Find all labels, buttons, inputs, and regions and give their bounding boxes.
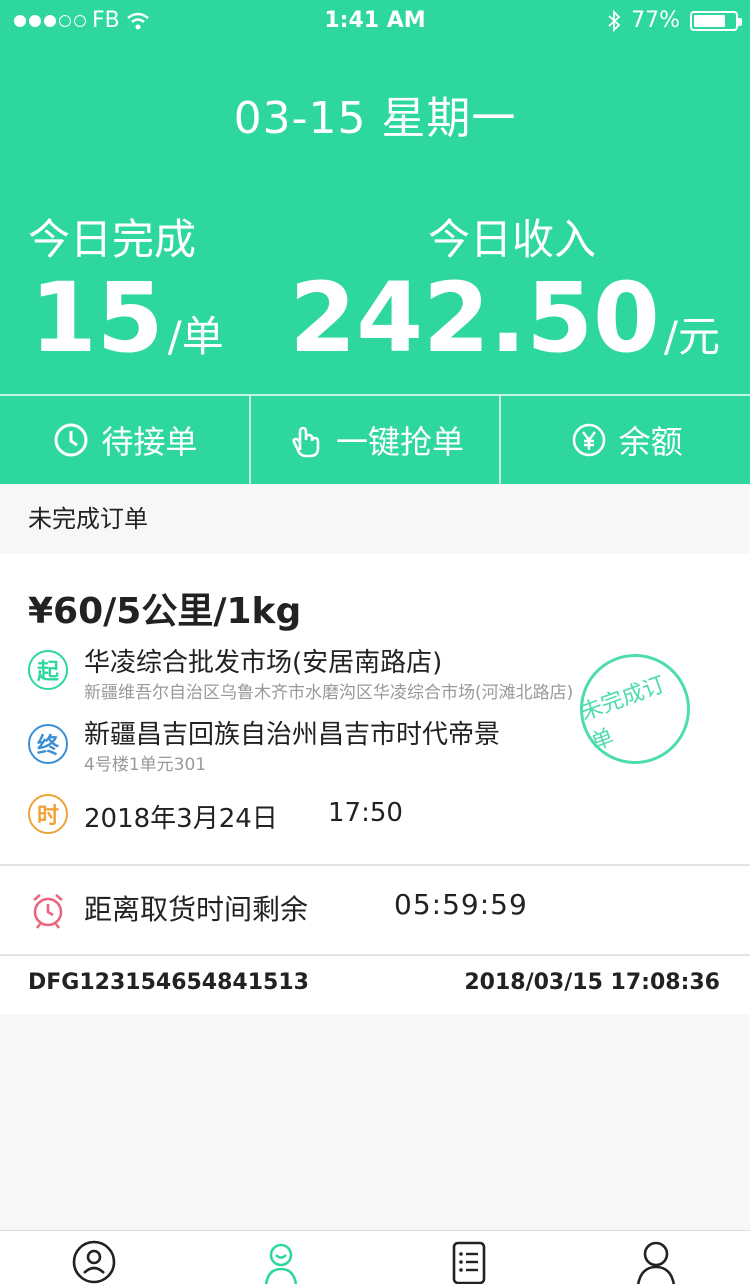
order-number: DFG123154654841513	[28, 970, 309, 995]
order-timestamp: 2018/03/15 17:08:36	[464, 970, 720, 995]
tab-profile[interactable]	[563, 1231, 750, 1284]
delivery-date: 2018年3月24日	[84, 804, 278, 834]
order-card[interactable]: ¥60/5公里/1kg 起 华凌综合批发市场(安居南路店) 新疆维吾尔自治区乌鲁…	[0, 554, 750, 1014]
unfinished-stamp: 未完成订单	[564, 638, 706, 780]
balance-button[interactable]: 余额	[499, 396, 750, 484]
pickup-badge-icon: 起	[28, 650, 68, 690]
grab-order-button[interactable]: 一键抢单	[248, 396, 500, 484]
grab-order-label: 一键抢单	[336, 423, 465, 461]
stamp-text: 未完成订单	[577, 672, 669, 756]
completed-value: 15	[30, 262, 164, 374]
balance-label: 余额	[618, 423, 683, 461]
action-bar: 待接单 一键抢单 余额	[0, 394, 750, 484]
countdown-label: 距离取货时间剩余	[84, 893, 309, 926]
pickup-address: 新疆维吾尔自治区乌鲁木齐市水磨沟区华凌综合市场(河滩北路店)	[84, 683, 574, 703]
pending-orders-button[interactable]: 待接单	[0, 396, 249, 484]
battery-percent: 77%	[631, 8, 680, 33]
income-unit: /元	[663, 312, 720, 361]
date-heading: 03-15 星期一	[233, 93, 517, 144]
income-amount: 242.50/元	[289, 270, 720, 366]
income-value: 242.50	[289, 262, 660, 374]
courier-icon	[265, 1243, 298, 1284]
tab-bar	[0, 1230, 750, 1284]
tab-courier[interactable]	[188, 1231, 376, 1284]
alarm-clock-icon	[33, 894, 63, 929]
bluetooth-icon	[608, 9, 621, 32]
tap-hand-icon	[292, 426, 320, 458]
time-badge-icon: 时	[28, 794, 68, 834]
pickup-name: 华凌综合批发市场(安居南路店)	[84, 648, 443, 678]
battery-icon	[690, 10, 742, 31]
completed-unit: /单	[167, 312, 224, 361]
dropoff-name: 新疆昌吉回族自治州昌吉市时代帝景	[84, 720, 501, 750]
order-list-icon	[452, 1241, 486, 1284]
user-circle-icon	[72, 1240, 116, 1284]
dropoff-badge-icon: 终	[28, 724, 68, 764]
status-bar: FB 1:41 AM 77%	[0, 0, 750, 40]
completed-count: 15/单	[30, 270, 224, 366]
header: FB 1:41 AM 77% 03-15 星期一 今日完成 15/单 今日收入 …	[0, 0, 750, 484]
tab-home[interactable]	[0, 1231, 188, 1284]
dropoff-address: 4号楼1单元301	[84, 755, 207, 775]
divider	[0, 954, 750, 956]
tab-orders[interactable]	[375, 1231, 563, 1284]
countdown-time: 05:59:59	[394, 888, 528, 921]
yen-coin-icon	[572, 423, 605, 457]
pending-orders-label: 待接单	[101, 423, 198, 461]
section-title: 未完成订单	[0, 484, 750, 554]
completed-label: 今日完成	[28, 215, 197, 264]
clock-icon	[54, 423, 88, 457]
profile-icon	[637, 1241, 676, 1284]
delivery-time: 17:50	[328, 798, 403, 828]
income-label: 今日收入	[428, 215, 597, 264]
pickup-countdown: 距离取货时间剩余 05:59:59	[0, 866, 750, 956]
order-price: ¥60/5公里/1kg	[28, 591, 302, 632]
